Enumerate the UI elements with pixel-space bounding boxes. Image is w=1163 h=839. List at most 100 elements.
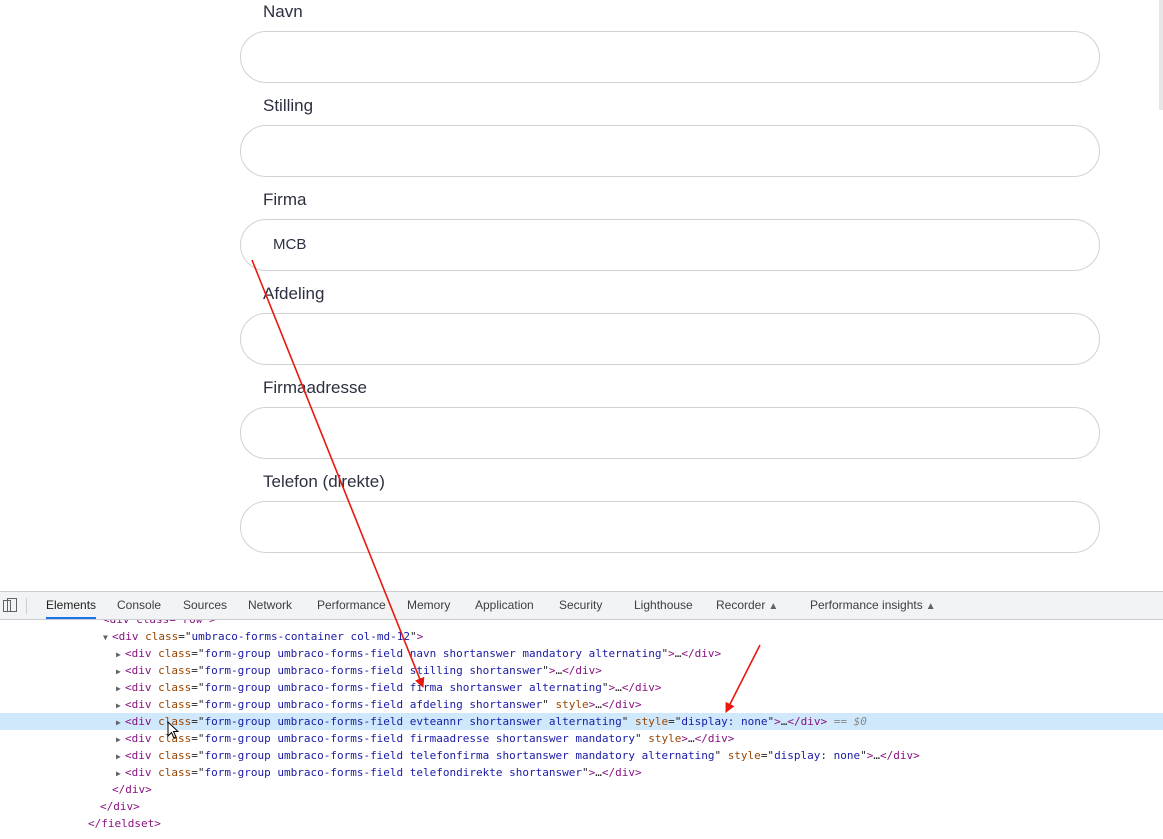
tab-label: Recorder xyxy=(716,598,766,612)
text-input[interactable] xyxy=(240,31,1100,83)
tag-end: </div> xyxy=(694,732,735,745)
field-label: Afdeling xyxy=(263,284,325,303)
tab-lighthouse[interactable]: Lighthouse xyxy=(634,592,693,619)
attr-quote: =" xyxy=(191,749,205,762)
attr-quote: " xyxy=(542,664,549,677)
attr-name: class xyxy=(145,630,179,643)
dom-node-row-child[interactable]: ▶ <div class="form-group umbraco-forms-fi… xyxy=(0,662,1163,679)
dom-node-row-child[interactable]: ▶ <div class="form-group umbraco-forms-fi… xyxy=(0,730,1163,747)
tab-performance[interactable]: Performance xyxy=(317,592,386,619)
attr-name: class xyxy=(158,664,192,677)
tab-console[interactable]: Console xyxy=(117,592,161,619)
attr-quote: =" xyxy=(191,715,205,728)
dom-node-row-child[interactable]: ▶ <div class="form-group umbraco-forms-fi… xyxy=(0,713,1163,730)
tag-close: > xyxy=(416,630,424,643)
expand-triangle-icon[interactable]: ▶ xyxy=(116,680,125,697)
tag-end: </div> xyxy=(601,698,642,711)
attr-quote: =" xyxy=(760,749,775,762)
dom-node-row-child[interactable]: ▶ <div class="form-group umbraco-forms-fi… xyxy=(0,679,1163,696)
text-input[interactable] xyxy=(240,501,1100,553)
dom-node-row-close[interactable]: </fieldset> xyxy=(0,815,1163,832)
dom-node-row-child[interactable]: ▶ <div class="form-group umbraco-forms-fi… xyxy=(0,696,1163,713)
text-input[interactable] xyxy=(240,313,1100,365)
tab-sources[interactable]: Sources xyxy=(183,592,227,619)
tag-end: </fieldset> xyxy=(88,817,161,830)
attr-quote: " xyxy=(582,766,589,779)
tab-network[interactable]: Network xyxy=(248,592,292,619)
field-label: Firma xyxy=(263,190,307,209)
page-scrollbar[interactable] xyxy=(1159,0,1163,110)
tab-separator xyxy=(26,598,27,614)
tab-label: Performance xyxy=(317,598,386,612)
web-page: Navn Stilling Firma MCB Afdeling Firmaadresse… xyxy=(0,0,1163,591)
field-label: Navn xyxy=(263,2,303,21)
ellipsis[interactable]: … xyxy=(688,732,695,745)
tab-recorder[interactable]: Recorder ▲ xyxy=(716,592,778,619)
attr-quote: " xyxy=(542,698,549,711)
dom-node-row-container[interactable]: ▼ <div class="umbraco-forms-container col… xyxy=(0,628,1163,645)
dom-node-row-partial[interactable]: <div class="row"> flex xyxy=(0,620,1163,628)
tag-open: <div xyxy=(125,766,152,779)
expand-triangle-icon[interactable]: ▶ xyxy=(116,663,125,680)
tab-label: Security xyxy=(559,598,603,612)
ellipsis[interactable]: … xyxy=(595,766,602,779)
tab-label: Elements xyxy=(46,598,97,612)
expand-triangle-icon[interactable]: ▶ xyxy=(116,765,125,782)
expand-triangle-icon[interactable]: ▶ xyxy=(116,748,125,765)
tag-end: </div> xyxy=(601,766,642,779)
tab-label: Memory xyxy=(407,598,451,612)
expand-triangle-icon[interactable]: ▶ xyxy=(116,731,125,748)
tab-label: Performance insights xyxy=(810,598,923,612)
tab-elements[interactable]: Elements xyxy=(46,592,97,619)
field-label: Telefon (direkte) xyxy=(263,472,385,491)
attr-name: class xyxy=(158,732,192,745)
attr-quote: =" xyxy=(191,732,205,745)
attr-quote: " xyxy=(621,715,629,728)
attr-quote: =" xyxy=(178,630,192,643)
dom-node-row-child[interactable]: ▶ <div class="form-group umbraco-forms-fi… xyxy=(0,764,1163,781)
attr-name: class xyxy=(158,766,192,779)
dom-node-row-close[interactable]: </div> xyxy=(0,781,1163,798)
tab-application[interactable]: Application xyxy=(475,592,534,619)
tab-memory[interactable]: Memory xyxy=(407,592,450,619)
attr-quote: =" xyxy=(191,647,205,660)
expand-triangle-icon[interactable]: ▶ xyxy=(116,714,125,731)
attr-name: class xyxy=(158,698,192,711)
tag-open: <div xyxy=(125,732,152,745)
text-input[interactable]: MCB xyxy=(240,219,1100,271)
tab-label: Network xyxy=(248,598,293,612)
tag-open: <div xyxy=(125,681,152,694)
tab-label: Lighthouse xyxy=(634,598,693,612)
attr-name: class xyxy=(158,647,192,660)
text-input[interactable] xyxy=(240,407,1100,459)
expand-triangle-icon[interactable]: ▶ xyxy=(116,697,125,714)
attr-name: class xyxy=(158,749,192,762)
tag-end: </div> xyxy=(787,715,828,728)
tag-open: <div xyxy=(125,749,152,762)
tag-close: > xyxy=(681,732,688,745)
dom-node-row-child[interactable]: ▶ <div class="form-group umbraco-forms-fi… xyxy=(0,747,1163,764)
tab-label: Console xyxy=(117,598,162,612)
attr-quote: =" xyxy=(191,698,205,711)
device-toolbar-icon[interactable] xyxy=(3,598,17,612)
dom-node-row-close[interactable]: </div> xyxy=(0,798,1163,815)
dom-node-row-child[interactable]: ▶ <div class="form-group umbraco-forms-fi… xyxy=(0,645,1163,662)
ellipsis[interactable]: … xyxy=(615,681,622,694)
tag-open: <div xyxy=(125,715,152,728)
ellipsis[interactable]: … xyxy=(595,698,602,711)
attr-value: form-group umbraco-forms-field telefondi… xyxy=(204,766,583,779)
attr-quote: " xyxy=(410,630,417,643)
text-input[interactable] xyxy=(240,125,1100,177)
dom-node-text: <div class="row"> xyxy=(103,620,216,626)
tab-performance-insights[interactable]: Performance insights ▲ xyxy=(810,592,936,619)
tag-end: </div> xyxy=(100,800,140,813)
attr-quote: =" xyxy=(191,766,205,779)
tag-open: <div xyxy=(125,647,152,660)
tag-end: </div> xyxy=(621,681,662,694)
tab-security[interactable]: Security xyxy=(559,592,602,619)
expand-triangle-icon[interactable]: ▶ xyxy=(116,646,125,663)
tab-label: Application xyxy=(475,598,534,612)
collapse-triangle-icon[interactable]: ▼ xyxy=(103,629,112,646)
tag-close: > xyxy=(668,647,675,660)
attr-quote: =" xyxy=(668,715,682,728)
